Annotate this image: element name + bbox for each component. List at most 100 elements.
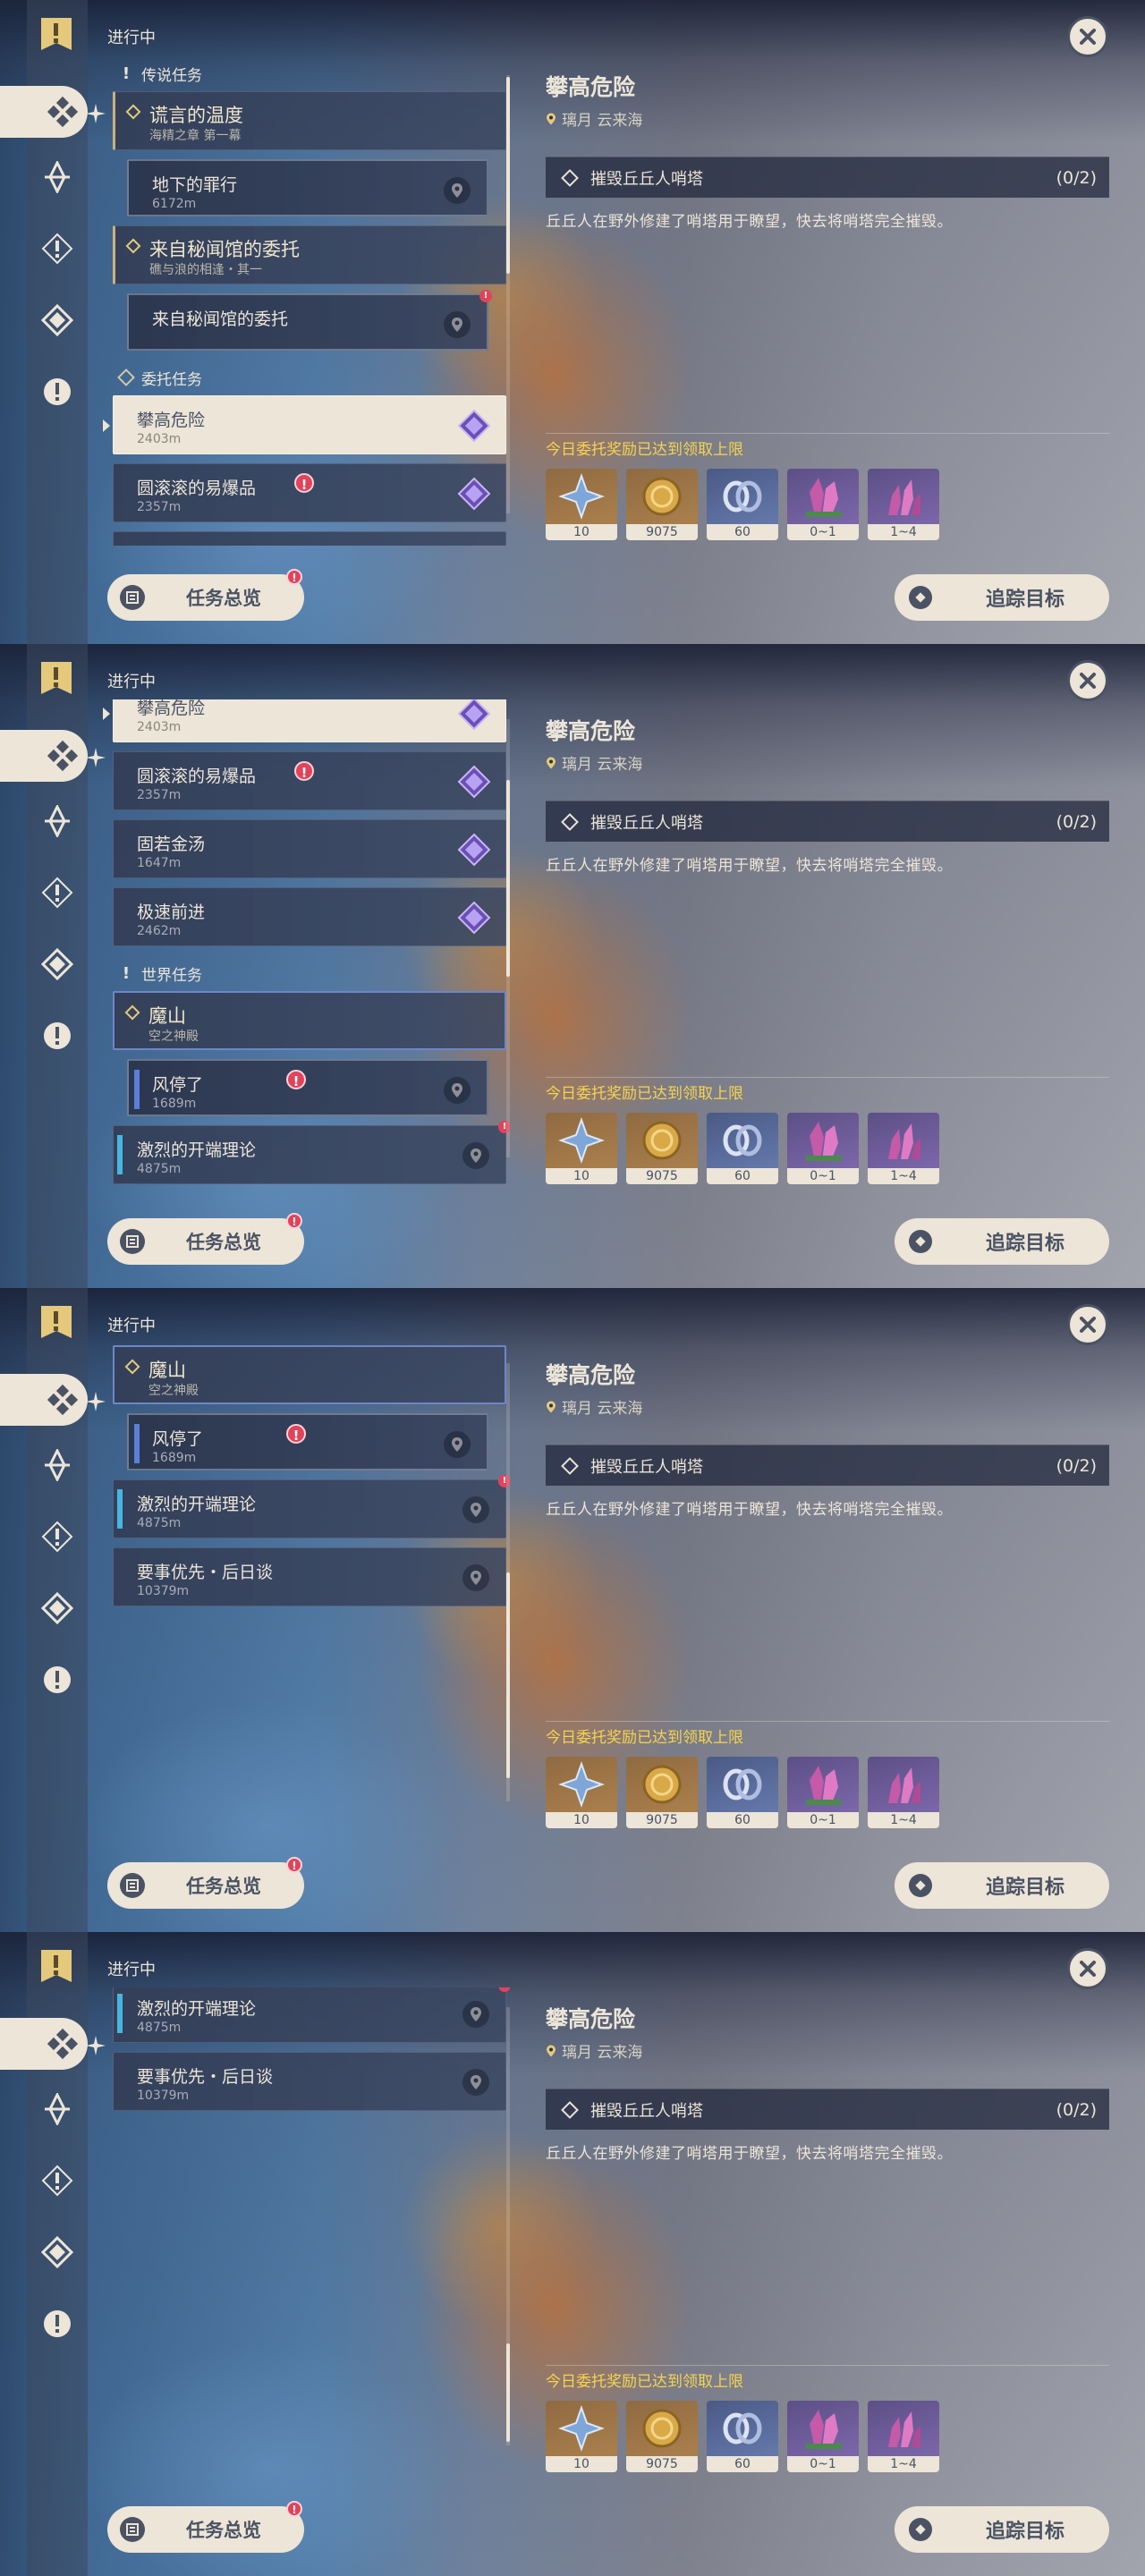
mora-icon [642, 1765, 682, 1804]
reward-item[interactable]: 1~4 [868, 1113, 939, 1184]
reward-item[interactable]: 0~1 [787, 2401, 859, 2472]
reward-item[interactable]: 10 [546, 2401, 617, 2472]
quest-list[interactable]: !传说任务 谎言的温度海精之章 第一幕 地下的罪行6172m 来自秘闻馆的委托礁… [98, 1343, 510, 1834]
quest-overview-button[interactable]: 任务总览 ! [107, 1213, 304, 1265]
objective-progress: (0/2) [1056, 811, 1097, 832]
close-button[interactable] [1067, 16, 1108, 57]
category-all-button[interactable] [0, 86, 88, 138]
reward-item[interactable]: 60 [707, 469, 778, 540]
quest-commission-1[interactable]: 攀高危险 2403m [103, 699, 506, 742]
commission-crystal-icon [457, 545, 491, 546]
quest-list-scroll-thumb[interactable] [506, 77, 510, 274]
quest-world-1[interactable]: 魔山 空之神殿 [113, 991, 506, 1050]
reward-item[interactable]: 1~4 [868, 469, 939, 540]
reward-item[interactable]: 60 [707, 1757, 778, 1828]
reward-item[interactable]: 9075 [626, 1113, 698, 1184]
reward-item[interactable]: 10 [546, 1757, 617, 1828]
locate-pin-icon[interactable] [444, 177, 471, 204]
category-archon-button[interactable] [38, 158, 76, 196]
quest-distance: 1647m [137, 856, 182, 870]
quest-overview-button[interactable]: 任务总览 ! [107, 2501, 304, 2553]
quest-legend-1[interactable]: 谎言的温度 海精之章 第一幕 [113, 91, 506, 150]
quest-commission-3[interactable]: 固若金汤1647m [113, 819, 506, 878]
reward-item[interactable]: 10 [546, 469, 617, 540]
reward-item[interactable]: 1~4 [868, 2401, 939, 2472]
quest-world-1-step[interactable]: 风停了 1689m! [127, 1059, 488, 1116]
category-world-button[interactable] [38, 2305, 76, 2343]
category-commission-button[interactable] [38, 1589, 76, 1627]
category-archon-button[interactable] [38, 1446, 76, 1484]
reward-item[interactable]: 9075 [626, 2401, 698, 2472]
reward-item[interactable]: 60 [707, 2401, 778, 2472]
locate-pin-icon[interactable] [462, 1142, 489, 1169]
close-button[interactable] [1067, 1948, 1108, 1989]
locate-pin-icon[interactable] [462, 1496, 489, 1523]
close-button[interactable] [1067, 660, 1108, 701]
reward-divider [546, 433, 1109, 434]
track-objective-button[interactable]: 追踪目标 [895, 574, 1109, 621]
locate-pin-icon[interactable] [462, 2001, 489, 2028]
quest-world-2[interactable]: 激烈的开端理论4875m! [113, 1987, 510, 2043]
quest-world-1[interactable]: 魔山 空之神殿 [113, 1345, 506, 1404]
quest-list[interactable]: !传说任务 谎言的温度海精之章 第一幕 地下的罪行6172m 来自秘闻馆的委托礁… [98, 699, 510, 1190]
quest-commission-2[interactable]: 圆滚滚的易爆品 2357m! [113, 463, 506, 522]
quest-world-2[interactable]: 激烈的开端理论4875m! [113, 1475, 510, 1538]
category-archon-button[interactable] [38, 2090, 76, 2128]
locate-pin-icon[interactable] [444, 1077, 471, 1104]
reward-count: 1~4 [868, 1168, 939, 1184]
objective-diamond-icon [561, 1456, 579, 1475]
locate-pin-icon[interactable] [444, 1431, 471, 1458]
category-all-button[interactable] [0, 2018, 88, 2070]
story-quest-icon [41, 233, 73, 265]
quest-list-scroll-thumb[interactable] [506, 780, 510, 977]
category-all-button[interactable] [0, 730, 88, 782]
category-commission-button[interactable] [38, 2233, 76, 2271]
quest-commission-4[interactable]: 极速前进 2462m [113, 887, 506, 946]
quest-overview-button[interactable]: 任务总览 ! [107, 569, 304, 621]
crystal-chunks-icon [888, 1767, 920, 1803]
new-alert-badge: ! [498, 1987, 510, 1992]
reward-item[interactable]: 0~1 [787, 1757, 859, 1828]
track-objective-button[interactable]: 追踪目标 [895, 1862, 1109, 1909]
reward-item[interactable]: 0~1 [787, 469, 859, 540]
quest-world-2[interactable]: 激烈的开端理论4875m! [113, 1121, 510, 1184]
category-world-button[interactable] [38, 1661, 76, 1699]
quest-commission-3[interactable]: 固若金汤1647m [113, 531, 506, 546]
locate-pin-icon[interactable] [444, 311, 471, 338]
quest-commission-1[interactable]: 攀高危险 2403m [103, 395, 506, 454]
category-story-button[interactable] [38, 874, 76, 911]
quest-commission-2[interactable]: 圆滚滚的易爆品 2357m! [113, 751, 506, 810]
reward-item[interactable]: 9075 [626, 469, 698, 540]
quest-overview-button[interactable]: 任务总览 ! [107, 1857, 304, 1909]
category-all-button[interactable] [0, 1374, 88, 1426]
reward-item[interactable]: 60 [707, 1113, 778, 1184]
quest-world-1-step[interactable]: 风停了 1689m! [127, 1413, 488, 1470]
locate-pin-icon[interactable] [462, 2069, 489, 2096]
quest-list-scroll-thumb[interactable] [506, 1572, 510, 1778]
quest-list-scroll-thumb[interactable] [506, 2343, 510, 2442]
track-objective-button[interactable]: 追踪目标 [895, 1218, 1109, 1265]
quest-title: 要事优先・后日谈 [137, 2067, 274, 2087]
reward-item[interactable]: 0~1 [787, 1113, 859, 1184]
quest-legend-1-step[interactable]: 地下的罪行 6172m [127, 159, 488, 216]
category-world-button[interactable] [38, 373, 76, 411]
reward-item[interactable]: 1~4 [868, 1757, 939, 1828]
category-commission-button[interactable] [38, 301, 76, 339]
reward-item[interactable]: 10 [546, 1113, 617, 1184]
category-archon-button[interactable] [38, 802, 76, 840]
category-world-button[interactable] [38, 1017, 76, 1055]
quest-list[interactable]: !传说任务 谎言的温度海精之章 第一幕 地下的罪行6172m 来自秘闻馆的委托礁… [98, 1987, 510, 2478]
track-objective-button[interactable]: 追踪目标 [895, 2506, 1109, 2553]
quest-legend-2[interactable]: 来自秘闻馆的委托 礁与浪的相逢・其一 [113, 225, 506, 284]
category-story-button[interactable] [38, 1518, 76, 1555]
locate-pin-icon[interactable] [462, 1564, 489, 1591]
reward-item[interactable]: 9075 [626, 1757, 698, 1828]
category-story-button[interactable] [38, 230, 76, 267]
category-story-button[interactable] [38, 2162, 76, 2199]
quest-world-3[interactable]: 要事优先・后日谈 10379m [113, 2052, 506, 2111]
quest-world-3[interactable]: 要事优先・后日谈 10379m [113, 1547, 506, 1606]
quest-legend-2-step[interactable]: 来自秘闻馆的委托! [127, 290, 492, 351]
quest-list[interactable]: !传说任务 谎言的温度海精之章 第一幕 地下的罪行6172m 来自秘闻馆的委托礁… [98, 55, 510, 546]
close-button[interactable] [1067, 1304, 1108, 1345]
category-commission-button[interactable] [38, 945, 76, 983]
